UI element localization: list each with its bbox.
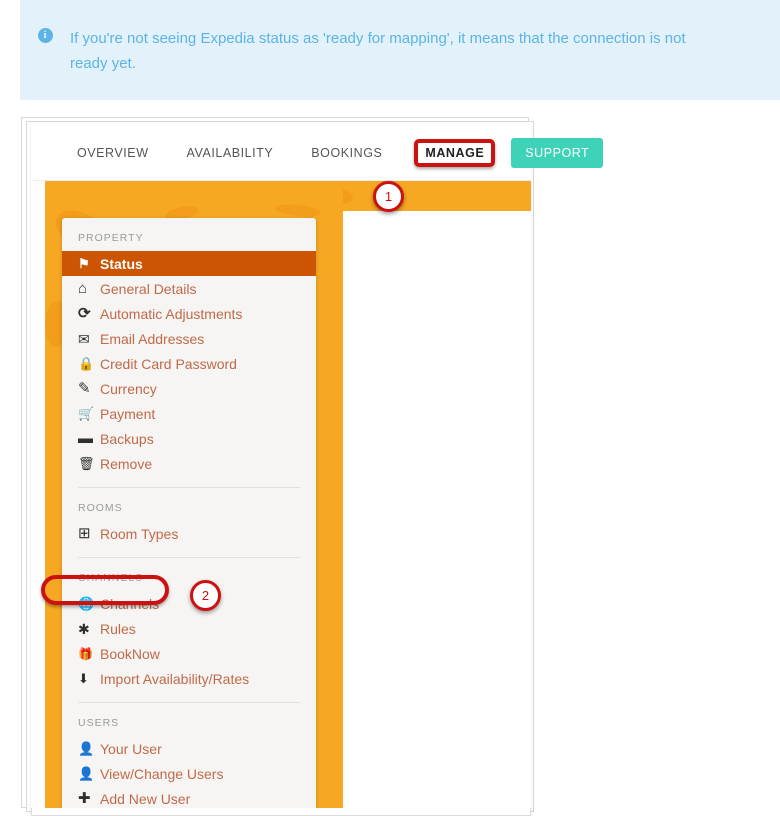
cart-icon <box>78 406 100 422</box>
callout-1: 1 <box>373 181 404 212</box>
sidebar-section-heading-channels: CHANNELS <box>78 572 144 584</box>
sidebar-item-automatic-adjustments[interactable]: Automatic Adjustments <box>62 301 316 326</box>
sidebar-item-label: Email Addresses <box>100 330 205 347</box>
sidebar-item-email-addresses[interactable]: Email Addresses <box>62 326 316 351</box>
sidebar-item-channels[interactable]: Channels <box>62 591 316 616</box>
sidebar-item-remove[interactable]: Remove <box>62 451 316 476</box>
sidebar-item-add-new-user[interactable]: Add New User <box>62 786 316 808</box>
info-banner: i If you're not seeing Expedia status as… <box>20 0 780 100</box>
sidebar-item-general-details[interactable]: General Details <box>62 276 316 301</box>
gift-icon <box>78 646 100 662</box>
main-navigation-tabs: OVERVIEW AVAILABILITY BOOKINGS MANAGE SUPPOR… <box>31 125 604 181</box>
sidebar-item-label: Payment <box>100 405 156 422</box>
sidebar-section-heading-rooms: ROOMS <box>78 502 123 514</box>
sidebar-item-label: General Details <box>100 280 197 297</box>
sidebar-item-label: Import Availability/Rates <box>100 670 250 687</box>
sidebar-item-backups[interactable]: Backups <box>62 426 316 451</box>
download-icon <box>78 671 100 687</box>
sidebar-item-view-change-users[interactable]: View/Change Users <box>62 761 316 786</box>
sidebar-section-heading-property: PROPERTY <box>78 232 144 244</box>
user-icon <box>78 766 100 782</box>
user-icon <box>78 741 100 757</box>
flag-icon <box>78 256 100 272</box>
sidebar-item-label: BookNow <box>100 645 160 662</box>
tab-availability[interactable]: AVAILABILITY <box>185 142 276 164</box>
tab-bookings[interactable]: BOOKINGS <box>309 142 384 164</box>
sidebar-item-label: Automatic Adjustments <box>100 305 243 322</box>
sidebar-item-label: Credit Card Password <box>100 355 237 372</box>
tab-manage[interactable]: MANAGE <box>414 138 496 167</box>
sidebar-item-label: Remove <box>100 455 153 472</box>
sidebar-item-status[interactable]: Status <box>62 251 316 276</box>
sidebar-item-label: View/Change Users <box>100 765 224 782</box>
info-circle-icon: i <box>37 28 53 43</box>
sidebar-item-your-user[interactable]: Your User <box>62 736 316 761</box>
sidebar-section-heading-users: USERS <box>78 717 120 729</box>
refresh-icon <box>78 306 100 322</box>
edit-icon <box>78 381 100 397</box>
sidebar-item-currency[interactable]: Currency <box>62 376 316 401</box>
callout-2: 2 <box>190 580 221 611</box>
sidebar-item-label: Your User <box>100 740 162 757</box>
sidebar-item-label: Status <box>100 255 143 272</box>
tab-support[interactable]: SUPPORT <box>511 137 604 168</box>
sidebar-item-payment[interactable]: Payment <box>62 401 316 426</box>
sidebar-item-label: Channels <box>100 595 160 612</box>
app-region: PROPERTY Status General Details Automatic A… <box>31 181 531 808</box>
home-icon <box>78 281 100 297</box>
world-map-texture <box>274 202 322 219</box>
info-icon-wrap: i <box>20 26 70 100</box>
info-banner-text: If you're not seeing Expedia status as '… <box>70 30 686 72</box>
sidebar-item-label: Rules <box>100 620 136 637</box>
sidebar-item-import-availability-rates[interactable]: Import Availability/Rates <box>62 666 316 691</box>
grid-icon <box>78 526 100 542</box>
sidebar-item-label: Backups <box>100 430 154 447</box>
tab-overview[interactable]: OVERVIEW <box>75 142 151 164</box>
mail-icon <box>78 331 100 347</box>
lock-icon <box>78 356 100 372</box>
plus-icon <box>78 791 100 807</box>
disk-icon <box>78 431 100 447</box>
sidebar-item-label: Add New User <box>100 790 191 807</box>
sidebar-item-credit-card-password[interactable]: Credit Card Password <box>62 351 316 376</box>
sidebar-item-label: Currency <box>100 380 157 397</box>
sidebar-menu: PROPERTY Status General Details Automatic A… <box>62 218 316 808</box>
sidebar-item-label: Room Types <box>100 525 179 542</box>
sidebar-item-rules[interactable]: Rules <box>62 616 316 641</box>
sidebar-item-booknow[interactable]: BookNow <box>62 641 316 666</box>
asterisk-icon <box>78 621 100 637</box>
sidebar-item-room-types[interactable]: Room Types <box>62 521 316 546</box>
trash-icon <box>78 456 100 472</box>
globe-icon <box>78 596 100 612</box>
